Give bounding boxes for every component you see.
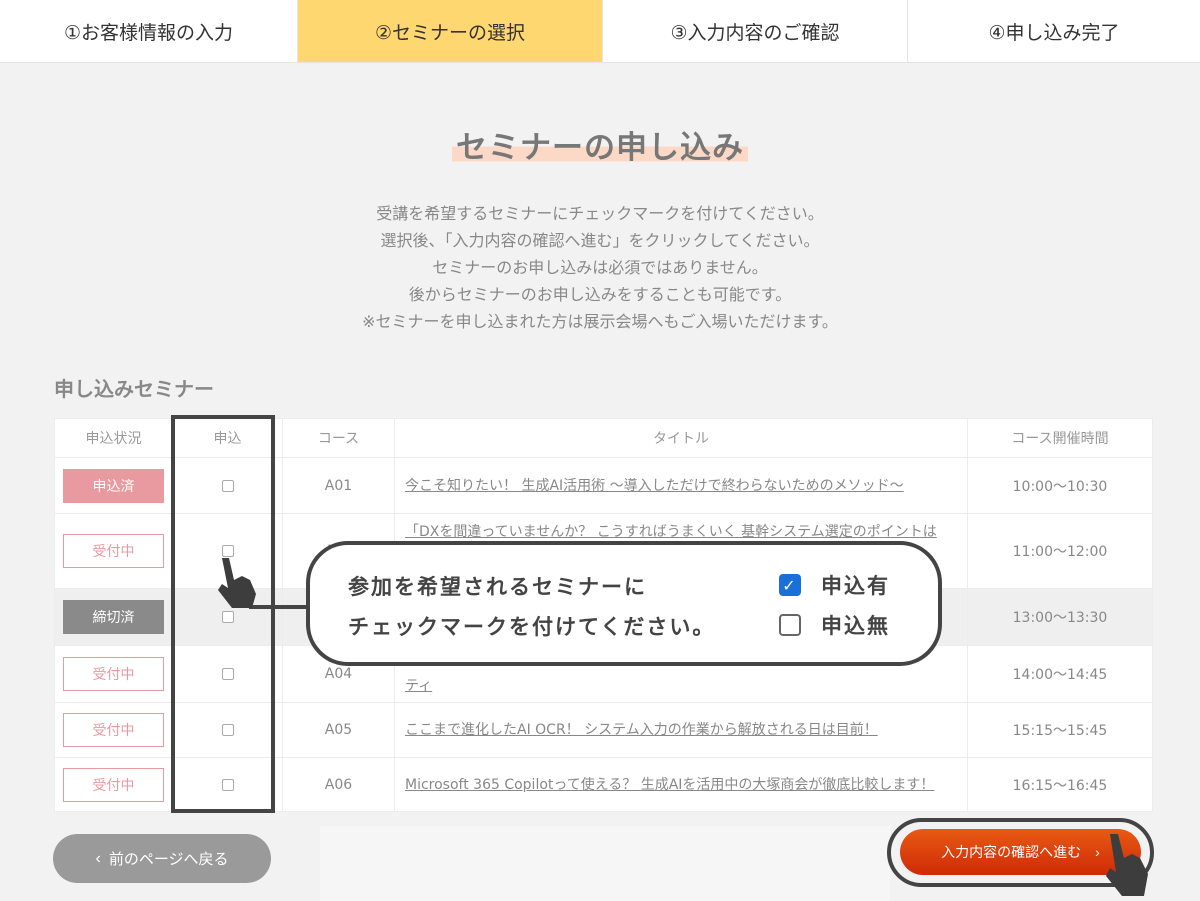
legend-unchecked-label: 申込無: [821, 614, 890, 638]
intro-line: 後からセミナーのお申し込みをすることも可能です。: [408, 285, 792, 304]
status-badge: 受付中: [63, 657, 164, 691]
chevron-left-icon: ‹: [95, 849, 101, 867]
course-code: A05: [283, 703, 395, 757]
course-time: 14:00～14:45: [1012, 667, 1108, 683]
course-time: 16:15～16:45: [1012, 777, 1108, 794]
callout-line-1: 参加を希望されるセミナーに: [348, 575, 647, 599]
back-button-label: 前のページへ戻る: [108, 851, 229, 868]
course-code: A06: [283, 758, 395, 811]
empty-checkbox-icon: [779, 614, 801, 636]
legend-checked: ✓ 申込有: [779, 570, 890, 600]
callout-line-2: チェックマークを付けてください。: [348, 615, 716, 639]
status-badge: 申込済: [63, 468, 164, 503]
step-customer-info: ①お客様情報の入力: [0, 0, 298, 62]
seminar-title-link[interactable]: ここまで進化したAI OCR！ システム入力の作業から解放される日は目前！: [405, 720, 878, 740]
instruction-callout: 参加を希望されるセミナーに チェックマークを付けてください。 ✓ 申込有 申込無: [306, 541, 942, 666]
legend-unchecked: 申込無: [779, 610, 890, 640]
status-badge: 締切済: [63, 600, 164, 634]
status-badge: 受付中: [63, 713, 164, 747]
seminar-title-link[interactable]: Microsoft 365 Copilotって使える？ 生成AIを活用中の大塚商…: [405, 775, 934, 795]
checkmark-icon: ✓: [779, 574, 801, 596]
intro-line: ※セミナーを申し込まれた方は展示会場へもご入場いただけます。: [362, 312, 838, 331]
header-time: コース開催時間: [1011, 431, 1109, 447]
intro-line: 選択後、「入力内容の確認へ進む」をクリックしてください。: [380, 231, 820, 250]
step-progress-bar: ①お客様情報の入力 ②セミナーの選択 ③入力内容のご確認 ④申し込み完了: [0, 0, 1200, 63]
status-badge: 受付中: [63, 767, 164, 802]
seminar-title-link[interactable]: 「DXを間違っていませんか？ こうすればうまくいく 基幹システム選定のポイントは: [405, 522, 937, 542]
hand-pointer-icon: [218, 558, 256, 608]
header-title: タイトル: [395, 419, 968, 457]
course-time: 15:15～15:45: [1012, 723, 1108, 739]
header-status: 申込状況: [55, 419, 173, 457]
course-time: 13:00～13:30: [1012, 610, 1108, 626]
legend-checked-label: 申込有: [821, 574, 890, 598]
page-title-wrap: セミナーの申し込み: [0, 122, 1200, 167]
step-seminar-select: ②セミナーの選択: [298, 0, 603, 62]
apply-column-highlight: [171, 415, 275, 813]
course-time: 10:00～10:30: [1012, 478, 1108, 495]
bottom-panel: [320, 826, 890, 901]
hand-pointer-icon: [1106, 834, 1148, 896]
back-button[interactable]: ‹ 前のページへ戻る: [53, 834, 271, 883]
intro-text: 受講を希望するセミナーにチェックマークを付けてください。 選択後、「入力内容の確…: [0, 200, 1200, 335]
step-confirm: ③入力内容のご確認: [603, 0, 908, 62]
seminar-title-link[interactable]: 今こそ知りたい！ 生成AI活用術 ～導入しただけで終わらないためのメソッド～: [405, 476, 904, 496]
course-time: 11:00～12:00: [1012, 544, 1108, 560]
course-code: A01: [283, 458, 395, 513]
step-complete: ④申し込み完了: [988, 21, 1120, 44]
next-button-label: 入力内容の確認へ進む: [941, 844, 1082, 860]
header-course: コース: [283, 419, 395, 457]
page-title: セミナーの申し込み: [452, 122, 748, 167]
seminar-title-link[interactable]: ティ: [405, 676, 432, 696]
intro-line: セミナーのお申し込みは必須ではありません。: [432, 258, 768, 277]
status-badge: 受付中: [63, 534, 164, 568]
intro-line: 受講を希望するセミナーにチェックマークを付けてください。: [376, 204, 824, 223]
section-title: 申し込みセミナー: [54, 377, 214, 401]
